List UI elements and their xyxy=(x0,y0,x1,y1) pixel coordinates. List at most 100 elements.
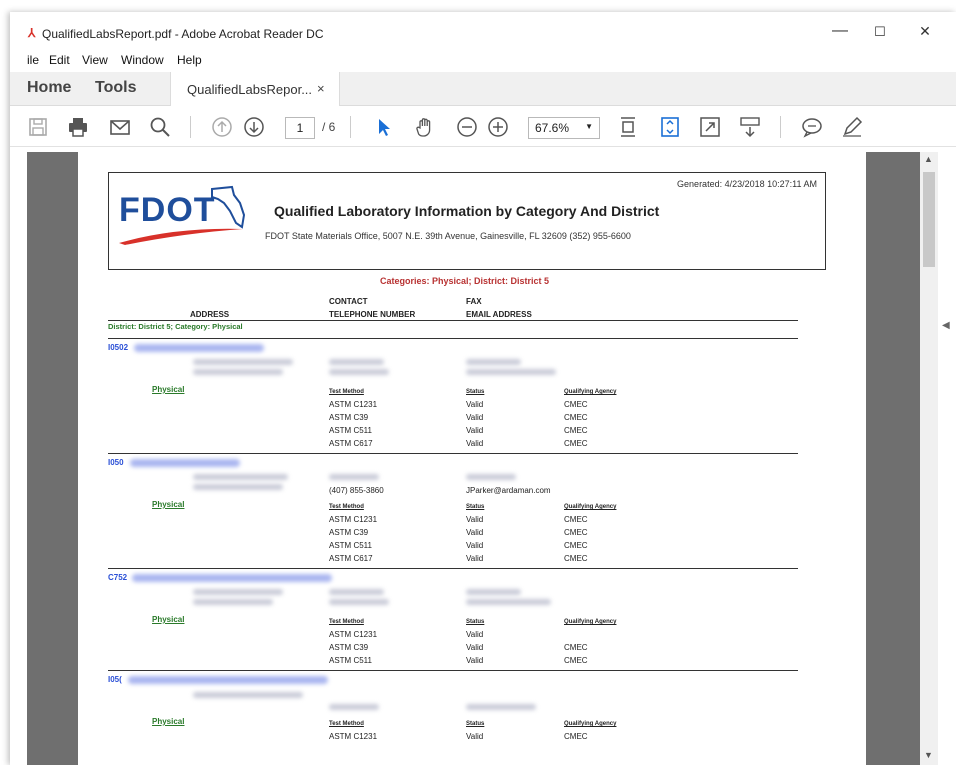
print-button[interactable] xyxy=(66,115,90,139)
minimize-button[interactable]: — xyxy=(825,22,855,40)
redacted-address xyxy=(193,484,283,490)
scroll-up-icon[interactable]: ▲ xyxy=(924,154,933,164)
col-email: EMAIL ADDRESS xyxy=(466,310,532,319)
arrow-down-circle-icon xyxy=(244,117,264,137)
comment-button[interactable] xyxy=(800,115,824,139)
menu-help[interactable]: Help xyxy=(177,53,202,67)
lab-separator xyxy=(108,453,798,454)
redacted-address xyxy=(193,369,283,375)
lab-email[interactable]: JParker@ardaman.com xyxy=(466,486,551,495)
tab-document[interactable]: QualifiedLabsRepor... × xyxy=(170,72,340,106)
test-agency: CMEC xyxy=(564,400,588,409)
redacted-contact xyxy=(329,704,379,710)
zoom-in-icon xyxy=(488,117,508,137)
test-method: ASTM C1231 xyxy=(329,515,378,524)
redacted-email xyxy=(466,704,536,710)
close-window-button[interactable]: ✕ xyxy=(910,23,940,40)
toolbar-divider xyxy=(780,116,781,138)
arrow-up-circle-icon xyxy=(212,117,232,137)
test-agency: CMEC xyxy=(564,426,588,435)
redacted-address xyxy=(193,599,273,605)
tab-tools[interactable]: Tools xyxy=(95,79,136,97)
redacted-lab-name xyxy=(132,574,332,582)
speech-bubble-icon xyxy=(802,118,822,138)
lab-category: Physical xyxy=(152,717,185,726)
redacted-phone xyxy=(329,599,389,605)
test-status: Valid xyxy=(466,439,484,448)
logo-swoosh-icon xyxy=(119,228,243,245)
test-status: Valid xyxy=(466,732,484,741)
test-method: ASTM C617 xyxy=(329,439,373,448)
test-method: ASTM C511 xyxy=(329,656,372,665)
test-method-header: Test Method xyxy=(329,504,364,510)
save-button[interactable] xyxy=(26,115,50,139)
zoom-level-value: 67.6% xyxy=(535,121,570,135)
vertical-scrollbar[interactable]: ▲ ▼ xyxy=(920,152,938,765)
previous-page-button[interactable] xyxy=(210,115,234,139)
read-mode-button[interactable] xyxy=(738,115,762,139)
test-status: Valid xyxy=(466,554,484,563)
zoom-out-icon xyxy=(457,117,477,137)
window-title: QualifiedLabsReport.pdf - Adobe Acrobat … xyxy=(42,27,324,41)
expand-right-pane-icon[interactable]: ◀ xyxy=(942,320,950,331)
sign-button[interactable] xyxy=(840,115,864,139)
status-header: Status xyxy=(466,504,485,510)
document-tab-label: QualifiedLabsRepor... xyxy=(187,82,313,97)
redacted-fax xyxy=(466,359,521,365)
zoom-level-select[interactable]: 67.6% ▼ xyxy=(528,117,600,139)
col-address: ADDRESS xyxy=(190,310,230,319)
scroll-down-icon[interactable]: ▼ xyxy=(924,750,933,760)
redacted-lab-name xyxy=(128,676,328,684)
test-agency: CMEC xyxy=(564,541,588,550)
agency-header: Qualifying Agency xyxy=(564,721,617,727)
test-method: ASTM C39 xyxy=(329,528,369,537)
test-status: Valid xyxy=(466,400,484,409)
search-button[interactable] xyxy=(148,115,172,139)
lab-separator xyxy=(108,568,798,569)
next-page-button[interactable] xyxy=(242,115,266,139)
lab-separator xyxy=(108,670,798,671)
test-status: Valid xyxy=(466,630,484,639)
zoom-out-button[interactable] xyxy=(455,115,479,139)
test-status: Valid xyxy=(466,528,484,537)
hand-tool-button[interactable] xyxy=(413,115,437,139)
menu-window[interactable]: Window xyxy=(121,53,164,67)
test-method: ASTM C1231 xyxy=(329,732,378,741)
tab-home[interactable]: Home xyxy=(27,79,71,97)
page-scrolling-button[interactable] xyxy=(658,115,682,139)
test-agency: CMEC xyxy=(564,656,588,665)
select-tool-button[interactable] xyxy=(372,115,396,139)
search-icon xyxy=(150,117,170,137)
test-status: Valid xyxy=(466,515,484,524)
redacted-lab-name xyxy=(130,459,240,467)
close-tab-icon[interactable]: × xyxy=(317,81,325,96)
fdot-logo: FDOT xyxy=(115,181,255,251)
header-rule xyxy=(108,320,798,321)
fit-page-button[interactable] xyxy=(616,115,640,139)
test-method: ASTM C1231 xyxy=(329,400,378,409)
agency-header: Qualifying Agency xyxy=(564,619,617,625)
status-header: Status xyxy=(466,389,485,395)
district-category-line: District: District 5; Category: Physical xyxy=(108,322,243,331)
test-agency: CMEC xyxy=(564,732,588,741)
email-button[interactable] xyxy=(108,115,132,139)
test-method: ASTM C39 xyxy=(329,643,369,652)
test-status: Valid xyxy=(466,413,484,422)
document-viewport[interactable]: FDOT Generated: 4/23/2018 10:27:11 AM Qu… xyxy=(27,152,920,765)
test-agency: CMEC xyxy=(564,554,588,563)
menu-file[interactable]: ile xyxy=(27,53,39,67)
title-bar: ⅄ QualifiedLabsReport.pdf - Adobe Acroba… xyxy=(10,12,956,50)
full-screen-button[interactable] xyxy=(698,115,722,139)
menu-edit[interactable]: Edit xyxy=(49,53,70,67)
page-number-input[interactable]: 1 xyxy=(285,117,315,139)
cursor-arrow-icon xyxy=(379,119,390,136)
envelope-icon xyxy=(110,120,130,135)
maximize-button[interactable]: ☐ xyxy=(865,24,895,40)
zoom-in-button[interactable] xyxy=(486,115,510,139)
florida-outline-icon xyxy=(211,185,246,229)
test-method: ASTM C617 xyxy=(329,554,373,563)
menu-view[interactable]: View xyxy=(82,53,108,67)
col-telephone: TELEPHONE NUMBER xyxy=(329,310,416,319)
scrollbar-thumb[interactable] xyxy=(923,172,935,267)
save-icon xyxy=(29,118,47,136)
